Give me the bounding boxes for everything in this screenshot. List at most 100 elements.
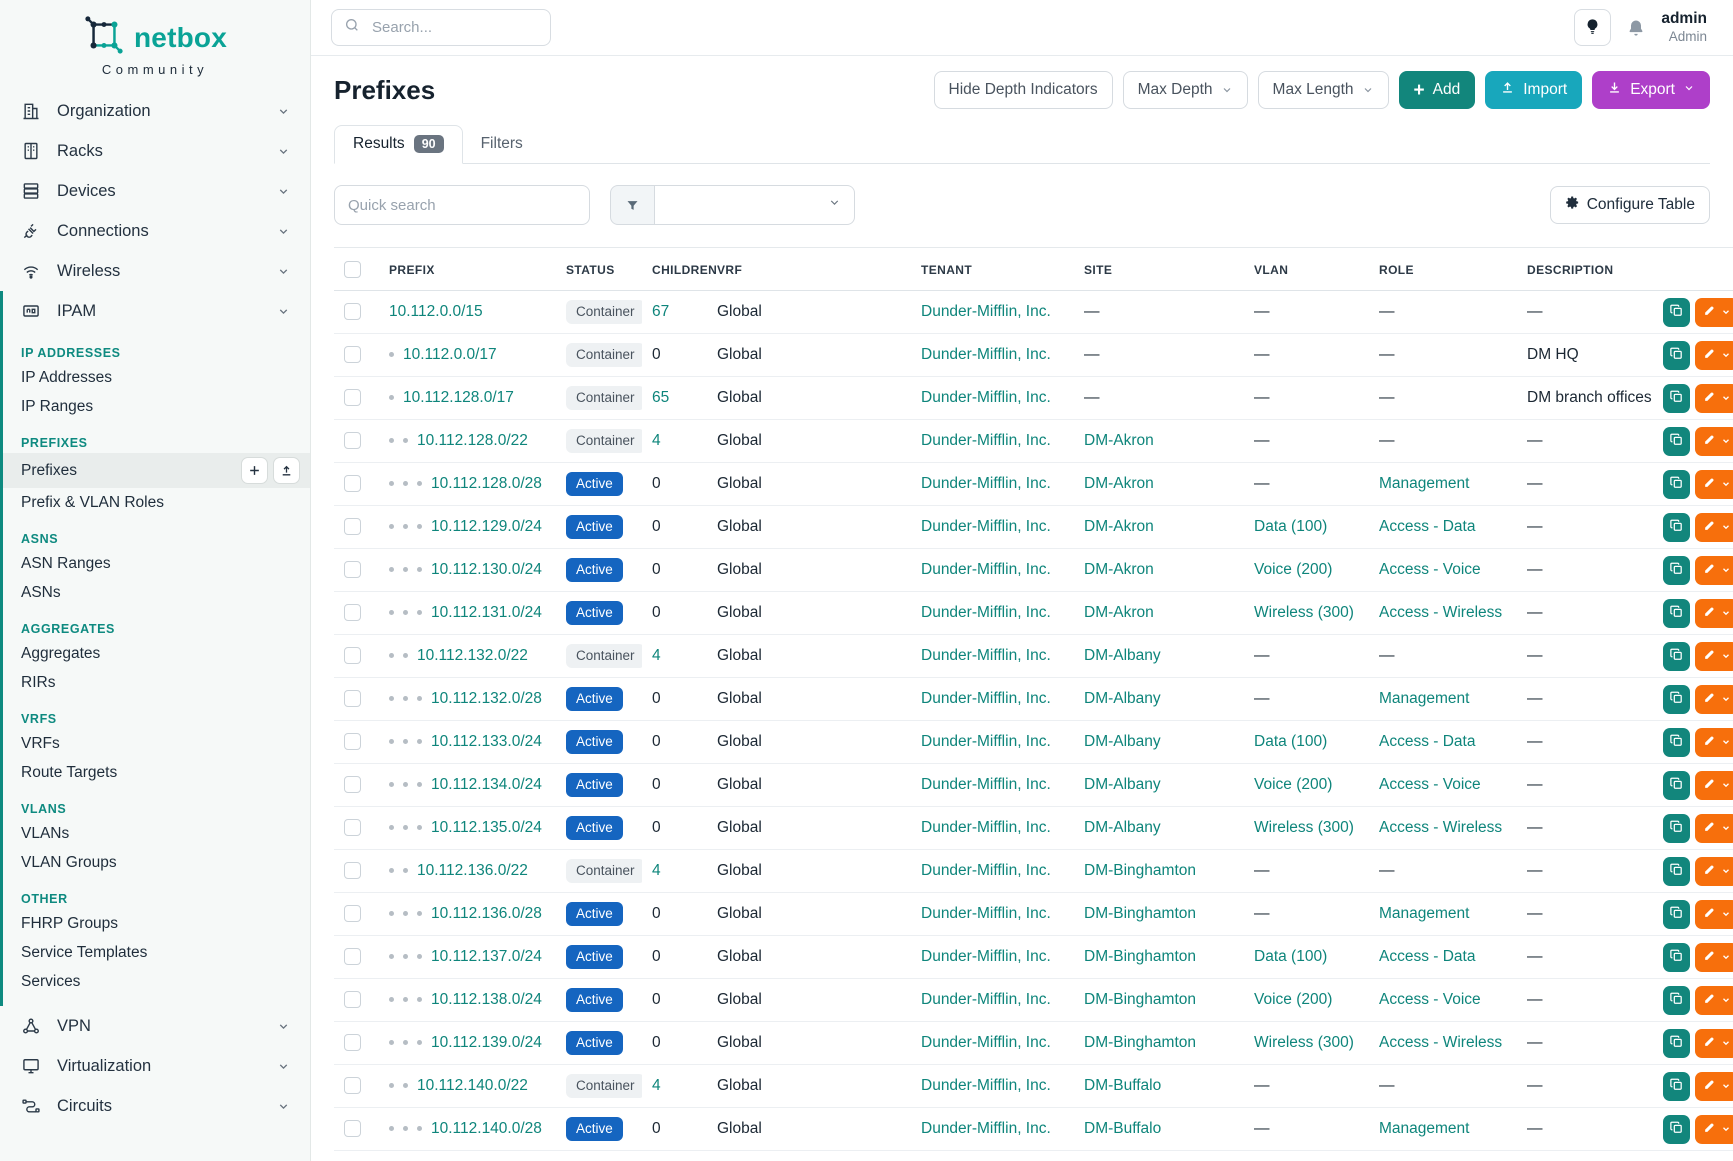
- tenant-link[interactable]: Dunder-Mifflin, Inc.: [921, 1034, 1051, 1051]
- role-link[interactable]: Access - Data: [1379, 948, 1475, 965]
- tab-results[interactable]: Results 90: [334, 125, 463, 164]
- tenant-link[interactable]: Dunder-Mifflin, Inc.: [921, 561, 1051, 578]
- children-count-link[interactable]: 4: [652, 862, 661, 879]
- clone-button[interactable]: [1663, 1115, 1690, 1144]
- role-link[interactable]: Management: [1379, 690, 1469, 707]
- edit-dropdown-button[interactable]: [1695, 384, 1733, 413]
- site-link[interactable]: DM-Akron: [1084, 561, 1154, 578]
- edit-dropdown-button[interactable]: [1695, 1072, 1733, 1101]
- prefix-link[interactable]: 10.112.136.0/28: [431, 905, 542, 922]
- tenant-link[interactable]: Dunder-Mifflin, Inc.: [921, 905, 1051, 922]
- row-checkbox[interactable]: [344, 604, 361, 621]
- clone-button[interactable]: [1663, 427, 1690, 456]
- clone-button[interactable]: [1663, 556, 1690, 585]
- sidebar-item-virtualization[interactable]: Virtualization: [0, 1046, 310, 1086]
- clone-button[interactable]: [1663, 771, 1690, 800]
- site-link[interactable]: DM-Akron: [1084, 604, 1154, 621]
- role-link[interactable]: Access - Data: [1379, 733, 1475, 750]
- edit-dropdown-button[interactable]: [1695, 1115, 1733, 1144]
- row-checkbox[interactable]: [344, 1077, 361, 1094]
- edit-dropdown-button[interactable]: [1695, 556, 1733, 585]
- column-header-description[interactable]: DESCRIPTION: [1517, 248, 1659, 291]
- sidebar-item-devices[interactable]: Devices: [0, 171, 310, 211]
- sidebar-item-ipam[interactable]: IPAM: [3, 291, 310, 331]
- prefix-link[interactable]: 10.112.0.0/17: [403, 346, 497, 363]
- column-header-site[interactable]: SITE: [1074, 248, 1244, 291]
- tenant-link[interactable]: Dunder-Mifflin, Inc.: [921, 819, 1051, 836]
- site-link[interactable]: DM-Binghamton: [1084, 991, 1196, 1008]
- tenant-link[interactable]: Dunder-Mifflin, Inc.: [921, 647, 1051, 664]
- row-checkbox[interactable]: [344, 303, 361, 320]
- edit-dropdown-button[interactable]: [1695, 298, 1733, 327]
- sidebar-item-route-targets[interactable]: Route Targets: [3, 758, 310, 787]
- role-link[interactable]: Access - Voice: [1379, 991, 1481, 1008]
- clone-button[interactable]: [1663, 1072, 1690, 1101]
- clone-button[interactable]: [1663, 814, 1690, 843]
- children-count-link[interactable]: 65: [652, 389, 669, 406]
- row-checkbox[interactable]: [344, 432, 361, 449]
- role-link[interactable]: Access - Voice: [1379, 561, 1481, 578]
- clone-button[interactable]: [1663, 599, 1690, 628]
- tenant-link[interactable]: Dunder-Mifflin, Inc.: [921, 690, 1051, 707]
- sidebar-item-vlan-groups[interactable]: VLAN Groups: [3, 848, 310, 877]
- column-header-role[interactable]: ROLE: [1369, 248, 1517, 291]
- row-checkbox[interactable]: [344, 518, 361, 535]
- sidebar-item-prefixes[interactable]: Prefixes: [3, 453, 310, 488]
- role-link[interactable]: Access - Wireless: [1379, 604, 1502, 621]
- prefix-link[interactable]: 10.112.132.0/28: [431, 690, 542, 707]
- site-link[interactable]: DM-Akron: [1084, 518, 1154, 535]
- tenant-link[interactable]: Dunder-Mifflin, Inc.: [921, 432, 1051, 449]
- prefix-link[interactable]: 10.112.137.0/24: [431, 948, 542, 965]
- export-button[interactable]: Export: [1592, 71, 1710, 109]
- sidebar-item-vlans[interactable]: VLANs: [3, 819, 310, 848]
- edit-dropdown-button[interactable]: [1695, 1029, 1733, 1058]
- quick-search-input[interactable]: [334, 185, 590, 225]
- column-header-vrf[interactable]: VRF: [707, 248, 911, 291]
- site-link[interactable]: DM-Akron: [1084, 432, 1154, 449]
- edit-dropdown-button[interactable]: [1695, 642, 1733, 671]
- sidebar-item-ip-ranges[interactable]: IP Ranges: [3, 392, 310, 421]
- clone-button[interactable]: [1663, 513, 1690, 542]
- notifications-bell-icon[interactable]: [1626, 18, 1646, 38]
- clone-button[interactable]: [1663, 341, 1690, 370]
- sidebar-item-racks[interactable]: Racks: [0, 131, 310, 171]
- children-count-link[interactable]: 4: [652, 647, 661, 664]
- prefix-link[interactable]: 10.112.128.0/28: [431, 475, 542, 492]
- max-depth-dropdown[interactable]: Max Depth: [1123, 71, 1248, 109]
- vlan-link[interactable]: Data (100): [1254, 948, 1327, 965]
- sidebar-item-organization[interactable]: Organization: [0, 91, 310, 131]
- edit-dropdown-button[interactable]: [1695, 857, 1733, 886]
- vlan-link[interactable]: Voice (200): [1254, 991, 1332, 1008]
- edit-dropdown-button[interactable]: [1695, 943, 1733, 972]
- row-checkbox[interactable]: [344, 948, 361, 965]
- role-link[interactable]: Access - Voice: [1379, 776, 1481, 793]
- edit-dropdown-button[interactable]: [1695, 470, 1733, 499]
- tab-filters[interactable]: Filters: [463, 126, 541, 163]
- row-checkbox[interactable]: [344, 776, 361, 793]
- tenant-link[interactable]: Dunder-Mifflin, Inc.: [921, 862, 1051, 879]
- column-header-status[interactable]: STATUS: [556, 248, 642, 291]
- site-link[interactable]: DM-Binghamton: [1084, 1034, 1196, 1051]
- row-checkbox[interactable]: [344, 561, 361, 578]
- prefix-link[interactable]: 10.112.0.0/15: [389, 303, 483, 320]
- sidebar-item-vpn[interactable]: VPN: [0, 1006, 310, 1046]
- clone-button[interactable]: [1663, 857, 1690, 886]
- role-link[interactable]: Access - Wireless: [1379, 819, 1502, 836]
- sidebar-item-services[interactable]: Services: [3, 967, 310, 996]
- vlan-link[interactable]: Voice (200): [1254, 561, 1332, 578]
- filter-funnel-icon[interactable]: [610, 185, 655, 225]
- row-checkbox[interactable]: [344, 475, 361, 492]
- sidebar-item-fhrp-groups[interactable]: FHRP Groups: [3, 909, 310, 938]
- brand[interactable]: netbox Community: [0, 0, 310, 91]
- prefix-link[interactable]: 10.112.128.0/22: [417, 432, 528, 449]
- tenant-link[interactable]: Dunder-Mifflin, Inc.: [921, 303, 1051, 320]
- column-header-tenant[interactable]: TENANT: [911, 248, 1074, 291]
- row-checkbox[interactable]: [344, 733, 361, 750]
- theme-toggle-button[interactable]: [1574, 9, 1611, 46]
- role-link[interactable]: Management: [1379, 905, 1469, 922]
- children-count-link[interactable]: 67: [652, 303, 669, 320]
- tenant-link[interactable]: Dunder-Mifflin, Inc.: [921, 733, 1051, 750]
- tenant-link[interactable]: Dunder-Mifflin, Inc.: [921, 475, 1051, 492]
- sidebar-item-prefix-vlan-roles[interactable]: Prefix & VLAN Roles: [3, 488, 310, 517]
- edit-dropdown-button[interactable]: [1695, 728, 1733, 757]
